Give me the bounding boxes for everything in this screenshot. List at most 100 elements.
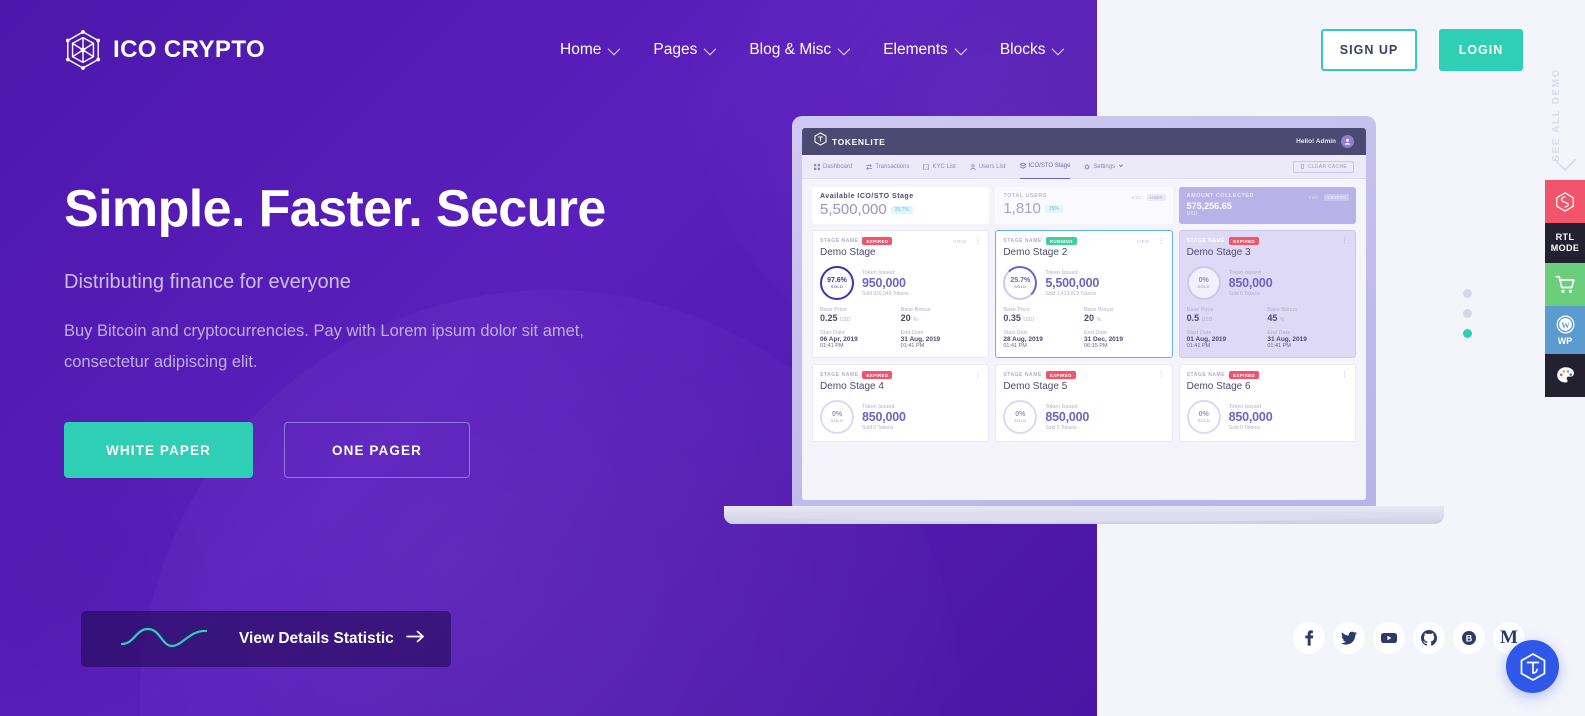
arrow-right-icon bbox=[405, 630, 425, 648]
stage-card[interactable]: STAGE NAME RUNNING VIEW ⋮ Demo Stage 2 2… bbox=[995, 230, 1173, 358]
stage-pricing: Base Price 0.35 USD Base Bonus 20 % bbox=[1003, 307, 1164, 323]
more-options-icon[interactable]: ⋮ bbox=[1158, 372, 1165, 379]
hero-content: Simple. Faster. Secure Distributing fina… bbox=[64, 180, 704, 479]
clear-cache-button[interactable]: CLEAR CACHE bbox=[1293, 160, 1354, 173]
more-options-icon[interactable]: ⋮ bbox=[1158, 238, 1165, 245]
see-all-demo-label[interactable]: SEE ALL DEMO bbox=[1551, 68, 1579, 162]
dashboard-nav-transactions[interactable]: Transactions bbox=[866, 163, 910, 170]
sold-tokens: Sold 0 Tokens bbox=[1228, 424, 1260, 431]
palette-icon bbox=[1556, 367, 1574, 383]
transfer-icon bbox=[866, 163, 873, 170]
stage-progress: 25.7% SOLD Token Issued 5,500,000 Sold 1… bbox=[1003, 266, 1164, 300]
sold-label: SOLD bbox=[1014, 284, 1027, 289]
stage-progress: 0% SOLD Token Issued 850,000 Sold 0 Toke… bbox=[1003, 400, 1164, 434]
stage-card[interactable]: STAGE NAME EXPIRED ⋮ Demo Stage 6 0% SOL… bbox=[1178, 364, 1356, 442]
stage-card[interactable]: STAGE NAME EXPIRED ⋮ Demo Stage 5 0% SOL… bbox=[995, 364, 1173, 442]
status-badge: RUNNING bbox=[1045, 237, 1077, 245]
dashboard-nav-ico-sto-stage[interactable]: ICO/STO Stage bbox=[1019, 155, 1071, 179]
github-link[interactable] bbox=[1413, 622, 1445, 654]
hero-title: Simple. Faster. Secure bbox=[64, 180, 606, 238]
start-time: 01:41 PM bbox=[1186, 343, 1211, 349]
shopping-cart-icon bbox=[1555, 275, 1575, 293]
white-paper-button[interactable]: WHITE PAPER bbox=[64, 422, 253, 479]
nav-item-pages[interactable]: Pages bbox=[653, 41, 717, 59]
stage-header: STAGE NAME EXPIRED ⋮ bbox=[1187, 237, 1348, 245]
stat-tag[interactable]: KYC bbox=[1129, 194, 1144, 201]
token-issued-value: 950,000 bbox=[862, 275, 906, 290]
carousel-dot[interactable] bbox=[1463, 309, 1472, 318]
more-options-icon[interactable]: ⋮ bbox=[1341, 372, 1348, 379]
sold-tokens: Sold 926,949 Tokens bbox=[862, 290, 909, 297]
chevron-down-icon bbox=[1052, 42, 1065, 55]
nav-item-blocks[interactable]: Blocks bbox=[1000, 41, 1065, 59]
dashboard-stat-row: Available ICO/STO Stage 5,500,000 25.7% T… bbox=[812, 187, 1356, 224]
sold-percent: 25.7% bbox=[1010, 277, 1031, 284]
crypto-hexagon-logo-icon bbox=[64, 30, 102, 70]
hero-buttons: WHITE PAPER ONE PAGER bbox=[64, 422, 704, 479]
color-palette-button[interactable] bbox=[1545, 354, 1585, 397]
token-issued-value: 850,000 bbox=[1045, 409, 1090, 424]
stat-tags: KYC USER bbox=[1129, 194, 1166, 201]
stage-name: Demo Stage 4 bbox=[820, 381, 884, 392]
bitcoin-link[interactable]: B bbox=[1453, 622, 1485, 654]
stat-available-stage: Available ICO/STO Stage 5,500,000 25.7% bbox=[812, 187, 990, 224]
bitcoin-icon: B bbox=[1462, 631, 1476, 645]
stage-view-link[interactable]: VIEW bbox=[953, 239, 966, 244]
dashboard-nav-dashboard[interactable]: Dashboard bbox=[814, 163, 852, 170]
more-options-icon[interactable]: ⋮ bbox=[1341, 238, 1348, 245]
demo-buttons: RTL MODE W WP bbox=[1545, 180, 1585, 397]
stage-card[interactable]: STAGE NAME EXPIRED ⋮ Demo Stage 4 0% SOL… bbox=[812, 364, 990, 442]
nav-label: Transactions bbox=[875, 163, 910, 170]
stat-tag[interactable]: USER bbox=[1147, 194, 1166, 201]
wordpress-demo-button[interactable]: W WP bbox=[1545, 306, 1585, 354]
twitter-link[interactable] bbox=[1333, 622, 1365, 654]
stat-sublabel: USD bbox=[1186, 211, 1198, 217]
dashboard-nav-settings[interactable]: Settings bbox=[1084, 162, 1124, 170]
logo[interactable]: ICO CRYPTO bbox=[64, 30, 265, 70]
carousel-dot-active[interactable] bbox=[1463, 329, 1472, 338]
dashboard-navigation: Dashboard Transactions KYC List Users Li… bbox=[802, 155, 1366, 179]
rtl-label-line1: RTL bbox=[1555, 232, 1575, 242]
tokenlite-fab-button[interactable] bbox=[1506, 640, 1559, 693]
nav-label: Settings bbox=[1093, 163, 1116, 170]
stage-view-link[interactable]: VIEW bbox=[1137, 239, 1150, 244]
stage-card[interactable]: STAGE NAME EXPIRED VIEW ⋮ Demo Stage 97.… bbox=[812, 230, 990, 358]
stat-tag[interactable]: FIAT bbox=[1306, 194, 1321, 201]
youtube-link[interactable] bbox=[1373, 622, 1405, 654]
sold-donut: 25.7% SOLD bbox=[1003, 266, 1038, 300]
end-time: 01:41 PM bbox=[1267, 343, 1291, 349]
stage-grid-row-1: STAGE NAME EXPIRED VIEW ⋮ Demo Stage 97.… bbox=[812, 230, 1356, 358]
signup-button[interactable]: SIGN UP bbox=[1321, 29, 1417, 71]
stage-progress: 97.6% SOLD Token Issued 950,000 Sold 926… bbox=[820, 266, 981, 300]
nav-item-blog-misc[interactable]: Blog & Misc bbox=[749, 41, 851, 59]
view-details-statistic-card[interactable]: View Details Statistic bbox=[81, 611, 451, 667]
stage-header: STAGE NAME RUNNING VIEW ⋮ bbox=[1003, 237, 1165, 245]
hero-subtitle: Distributing finance for everyone bbox=[64, 271, 351, 294]
token-issued-value: 5,500,000 bbox=[1045, 275, 1100, 290]
stat-tag[interactable]: CRYPTO bbox=[1324, 194, 1349, 201]
base-price-unit: USD bbox=[1201, 317, 1213, 323]
layers-icon bbox=[1019, 163, 1026, 169]
dashboard-nav-users-list[interactable]: Users List bbox=[970, 164, 1006, 170]
login-button[interactable]: LOGIN bbox=[1439, 29, 1523, 71]
stage-name: Demo Stage 2 bbox=[1003, 247, 1068, 258]
one-pager-button[interactable]: ONE PAGER bbox=[284, 422, 470, 479]
facebook-link[interactable] bbox=[1293, 622, 1325, 654]
sass-gem-icon bbox=[1556, 191, 1574, 212]
nav-item-home[interactable]: Home bbox=[560, 41, 621, 59]
more-options-icon[interactable]: ⋮ bbox=[974, 372, 981, 379]
stat-tags: FIAT CRYPTO bbox=[1306, 194, 1349, 201]
more-options-icon[interactable]: ⋮ bbox=[974, 238, 981, 245]
twitter-icon bbox=[1341, 631, 1357, 645]
rtl-mode-button[interactable]: RTL MODE bbox=[1545, 223, 1585, 263]
stage-card[interactable]: STAGE NAME EXPIRED ⋮ Demo Stage 3 0% SOL… bbox=[1178, 230, 1356, 358]
sold-tokens: Sold 0 Tokens bbox=[1045, 424, 1077, 431]
dashboard-user[interactable]: Hello! Admin bbox=[1296, 135, 1354, 148]
nav-item-elements[interactable]: Elements bbox=[883, 41, 968, 59]
shop-demo-button[interactable] bbox=[1545, 263, 1585, 306]
carousel-dot[interactable] bbox=[1463, 289, 1472, 298]
stat-card-label: View Details Statistic bbox=[239, 630, 394, 647]
sass-demo-button[interactable] bbox=[1545, 180, 1585, 223]
nav-label: Elements bbox=[883, 41, 948, 58]
dashboard-nav-kyc-list[interactable]: KYC List bbox=[923, 163, 956, 170]
